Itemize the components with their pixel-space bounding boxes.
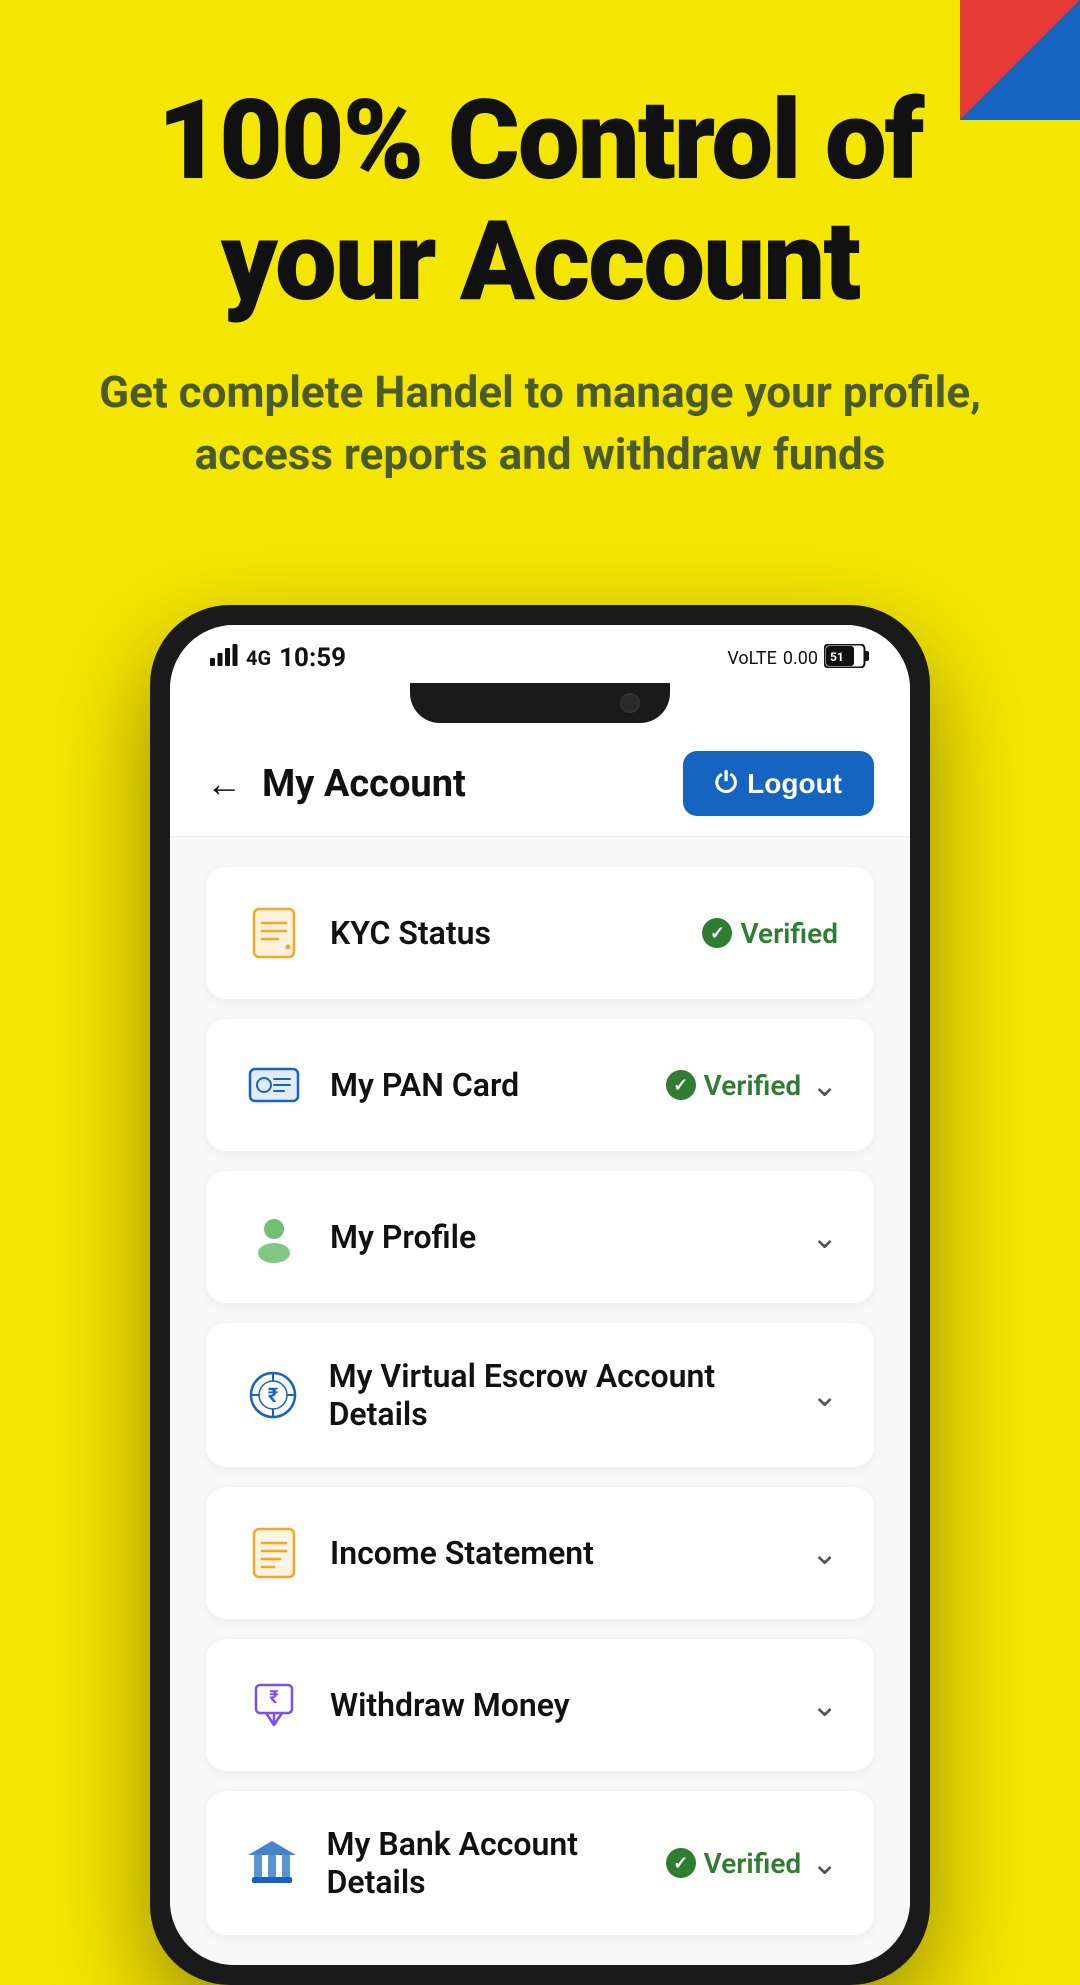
- income-label: Income Statement: [330, 1534, 594, 1572]
- bank-chevron-icon: ⌄: [811, 1844, 838, 1882]
- menu-item-withdraw[interactable]: ₹ Withdraw Money ⌄: [206, 1639, 874, 1771]
- menu-item-kyc[interactable]: KYC Status ✓ Verified: [206, 867, 874, 999]
- notch: [410, 683, 670, 723]
- svg-text:₹: ₹: [268, 1383, 279, 1407]
- front-camera: [620, 693, 640, 713]
- profile-icon: [242, 1205, 306, 1269]
- menu-item-withdraw-left: ₹ Withdraw Money: [242, 1673, 570, 1737]
- bank-label: My Bank Account Details: [327, 1825, 666, 1901]
- income-chevron-icon: ⌄: [811, 1534, 838, 1572]
- network-icon: [210, 644, 238, 672]
- withdraw-label: Withdraw Money: [330, 1686, 570, 1724]
- kyc-label: KYC Status: [330, 914, 491, 952]
- bank-check-icon: ✓: [666, 1848, 696, 1878]
- kyc-right: ✓ Verified: [702, 917, 838, 950]
- back-button[interactable]: ←: [206, 763, 242, 805]
- menu-item-kyc-left: KYC Status: [242, 901, 491, 965]
- income-icon: [242, 1521, 306, 1585]
- kyc-check-icon: ✓: [702, 918, 732, 948]
- pan-icon: [242, 1053, 306, 1117]
- logout-label: Logout: [747, 768, 842, 800]
- vol-text: VoLTE: [727, 648, 777, 669]
- menu-item-profile[interactable]: My Profile ⌄: [206, 1171, 874, 1303]
- pan-verified-badge: ✓ Verified: [666, 1069, 802, 1102]
- status-bar: 4G 10:59 VoLTE 0.00 51: [170, 625, 910, 683]
- withdraw-icon: ₹: [242, 1673, 306, 1737]
- logout-button[interactable]: ⏻ Logout: [683, 751, 874, 816]
- withdraw-chevron-icon: ⌄: [811, 1686, 838, 1724]
- subtitle: Get complete Handel to manage your profi…: [60, 362, 1020, 485]
- status-right: VoLTE 0.00 51: [727, 644, 870, 673]
- profile-chevron-icon: ⌄: [811, 1218, 838, 1256]
- menu-item-bank-left: My Bank Account Details: [242, 1825, 666, 1901]
- menu-item-pan-left: My PAN Card: [242, 1053, 519, 1117]
- escrow-right: ⌄: [811, 1376, 838, 1414]
- kyc-verified-badge: ✓ Verified: [702, 917, 838, 950]
- kyc-icon: [242, 901, 306, 965]
- withdraw-right: ⌄: [811, 1686, 838, 1724]
- battery-icon: 51: [824, 644, 870, 673]
- menu-item-bank[interactable]: My Bank Account Details ✓ Verified ⌄: [206, 1791, 874, 1935]
- bank-verified-badge: ✓ Verified: [666, 1847, 802, 1880]
- pan-label: My PAN Card: [330, 1066, 519, 1104]
- svg-text:₹: ₹: [269, 1687, 279, 1708]
- phone-wrapper: 4G 10:59 VoLTE 0.00 51: [0, 605, 1080, 1985]
- header-left: ← My Account: [206, 762, 466, 806]
- notch-area: [170, 683, 910, 731]
- pan-right: ✓ Verified ⌄: [666, 1066, 838, 1104]
- menu-item-income-left: Income Statement: [242, 1521, 594, 1585]
- menu-item-income[interactable]: Income Statement ⌄: [206, 1487, 874, 1619]
- menu-item-escrow-left: ₹ My Virtual Escrow Account Details: [242, 1357, 811, 1433]
- income-right: ⌄: [811, 1534, 838, 1572]
- main-title: 100% Control of your Account: [60, 80, 1020, 322]
- bank-right: ✓ Verified ⌄: [666, 1844, 838, 1882]
- profile-label: My Profile: [330, 1218, 476, 1256]
- status-time: 10:59: [279, 643, 346, 673]
- pan-chevron-icon: ⌄: [811, 1066, 838, 1104]
- phone-inner: 4G 10:59 VoLTE 0.00 51: [170, 625, 910, 1965]
- status-left: 4G 10:59: [210, 643, 346, 673]
- menu-content: KYC Status ✓ Verified: [170, 837, 910, 1965]
- app-header: ← My Account ⏻ Logout: [170, 731, 910, 837]
- bank-icon: [242, 1831, 303, 1895]
- svg-text:51: 51: [830, 650, 844, 664]
- network-type: 4G: [246, 646, 271, 670]
- menu-item-escrow[interactable]: ₹ My Virtual Escrow Account Details ⌄: [206, 1323, 874, 1467]
- page-title: My Account: [262, 762, 466, 806]
- hero-section: 100% Control of your Account Get complet…: [0, 0, 1080, 605]
- escrow-icon: ₹: [242, 1363, 305, 1427]
- profile-right: ⌄: [811, 1218, 838, 1256]
- power-icon: ⏻: [715, 767, 737, 800]
- escrow-chevron-icon: ⌄: [811, 1376, 838, 1414]
- corner-decoration: [960, 0, 1080, 120]
- phone-frame: 4G 10:59 VoLTE 0.00 51: [150, 605, 930, 1985]
- menu-item-pan[interactable]: My PAN Card ✓ Verified ⌄: [206, 1019, 874, 1151]
- pan-check-icon: ✓: [666, 1070, 696, 1100]
- menu-item-profile-left: My Profile: [242, 1205, 476, 1269]
- data-speed: 0.00: [783, 648, 818, 669]
- escrow-label: My Virtual Escrow Account Details: [329, 1357, 812, 1433]
